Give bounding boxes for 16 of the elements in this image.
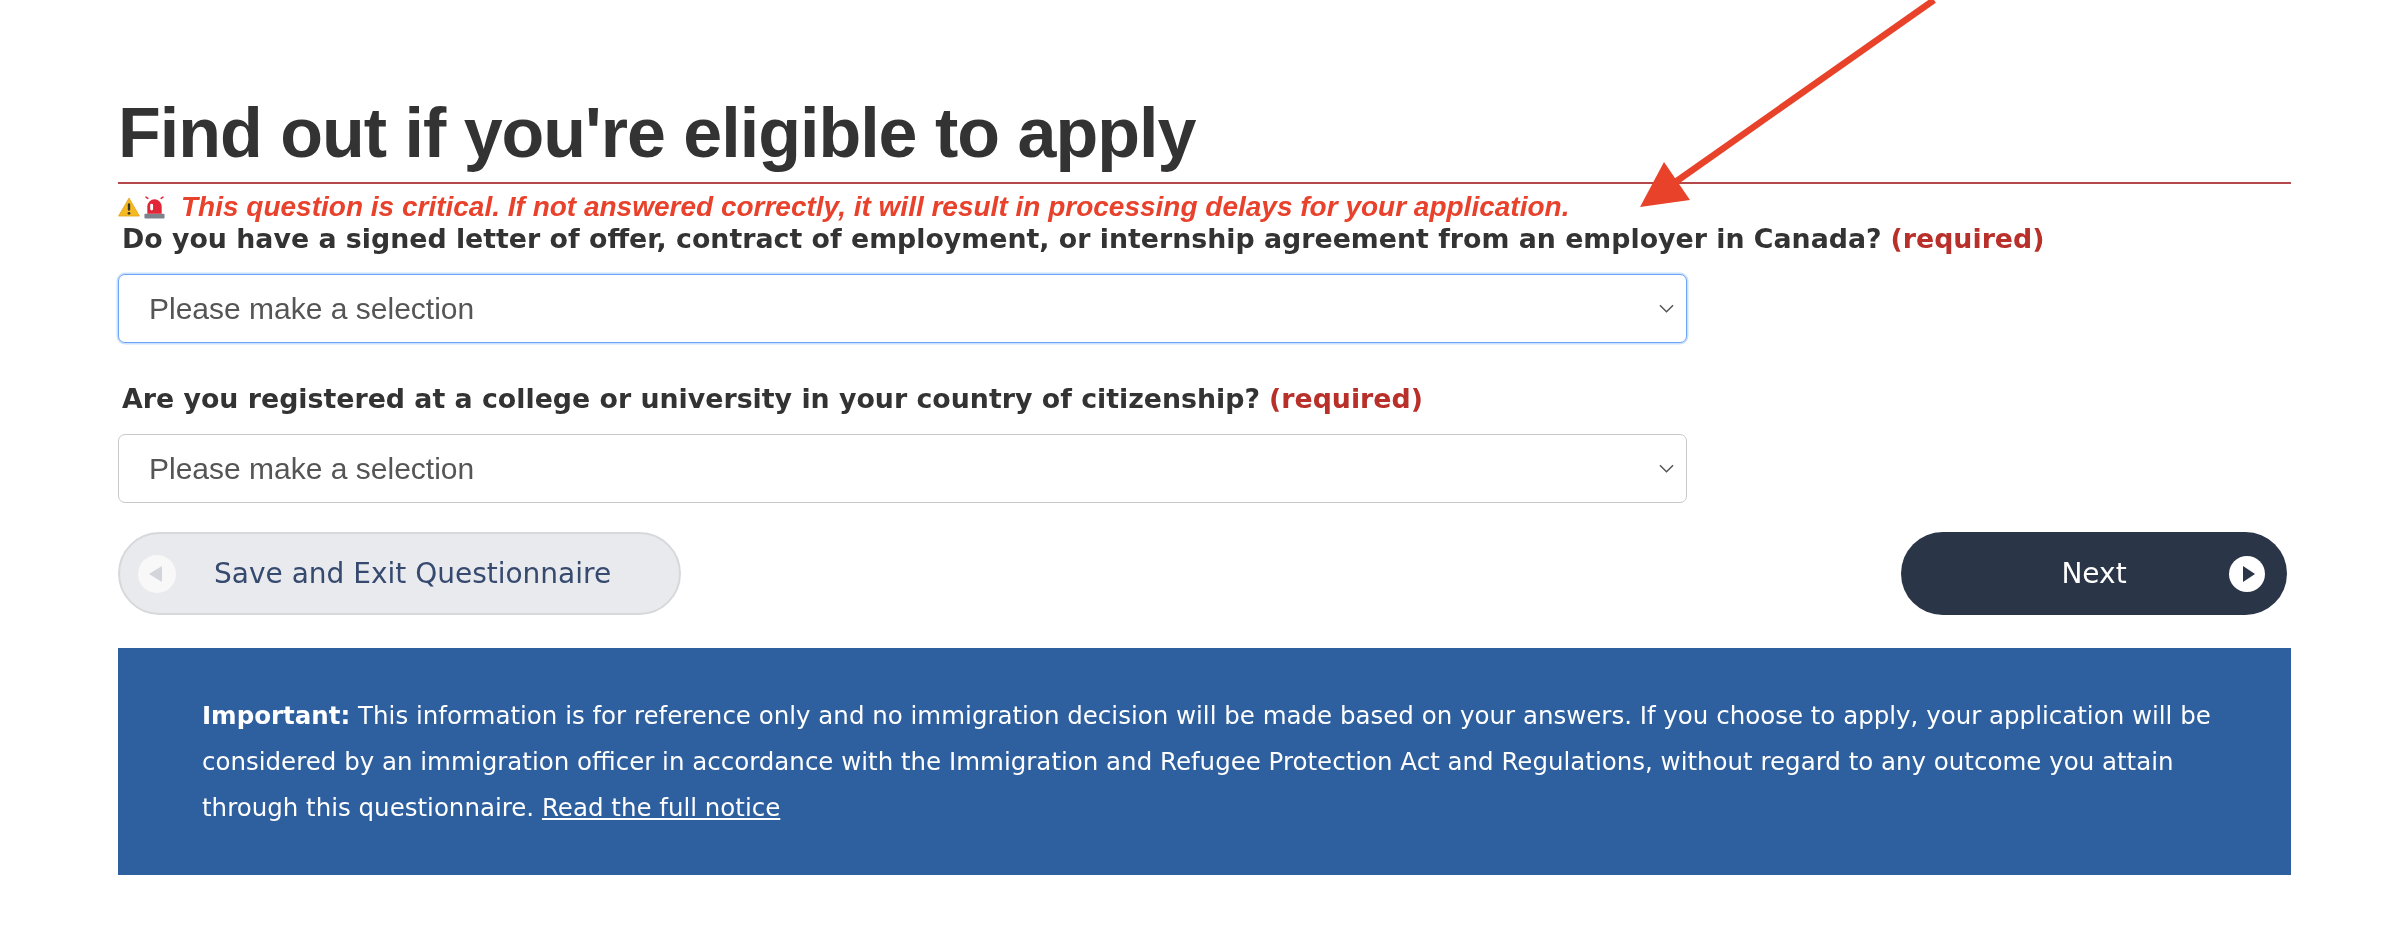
next-button[interactable]: Next — [1901, 532, 2287, 615]
notice-link[interactable]: Read the full notice — [541, 793, 781, 822]
warning-icon — [118, 197, 140, 217]
required-label: (required) — [1890, 222, 2045, 256]
page-title: Find out if you're eligible to apply — [118, 93, 1197, 173]
select-field[interactable]: Please make a selection — [118, 434, 1687, 503]
notice-text: Important: This information is for reference only and no immigration decision will be made based on your answers. If you choose to apply, your application will be considered by an immigration officer in accordance with the Immigration and Refugee Protection Act and Regulations, without regard to any outcome you attain through this questionnaire. Read the full notice — [202, 700, 2212, 824]
warning-text: This question is critical. If not answered correctly, it will result in processing delays for your application. — [181, 192, 1570, 222]
question-label: Do you have a signed letter of offer, contract of employment, or internship agreement from an employer in Canada? — [122, 222, 1882, 256]
save-exit-button[interactable]: Save and Exit Questionnaire — [118, 532, 682, 615]
chevron-down-icon — [1659, 464, 1674, 473]
siren-icon — [143, 195, 166, 219]
question-label: Are you registered at a college or university in your country of citizenship? — [122, 382, 1260, 416]
required-label: (required) — [1269, 382, 1423, 416]
select-field[interactable]: Please make a selection — [118, 274, 1687, 343]
chevron-down-icon — [1659, 304, 1674, 313]
